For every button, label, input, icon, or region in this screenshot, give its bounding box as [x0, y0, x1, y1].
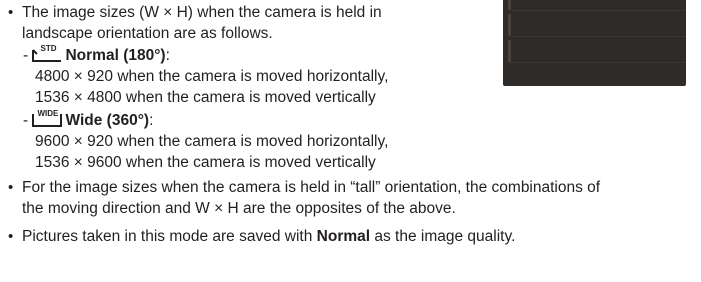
- mode-wide-line-1: 9600 × 920 when the camera is moved hori…: [35, 133, 389, 150]
- panorama-wide-icon: WIDE: [32, 109, 63, 127]
- mode-normal-line-2: 1536 × 4800 when the camera is moved ver…: [35, 89, 376, 106]
- panorama-normal-icon: STD: [32, 44, 62, 62]
- bullet-3-text: Pictures taken in this mode are saved wi…: [22, 226, 515, 247]
- mode-normal-name: Normal (180°): [65, 47, 166, 64]
- bullet-marker: •: [8, 4, 14, 21]
- bullet-2-line-2: the moving direction and W × H are the o…: [22, 200, 456, 217]
- icon-label: WIDE: [37, 109, 59, 118]
- image-edge-mark: [508, 40, 511, 62]
- mode-wide-line-2: 1536 × 9600 when the camera is moved ver…: [35, 154, 376, 171]
- image-band: [511, 10, 686, 11]
- dash-marker: -: [23, 47, 29, 64]
- image-band: [511, 36, 686, 37]
- mode-wide-name: Wide (360°): [65, 112, 150, 129]
- bullet-1-line-1: The image sizes (W × H) when the camera …: [22, 4, 382, 21]
- bullet-marker: •: [8, 228, 14, 245]
- image-edge-mark: [508, 0, 511, 10]
- mode-wide-heading: - WIDE Wide (360°):: [23, 109, 154, 131]
- mode-suffix: :: [165, 47, 170, 64]
- dash-marker: -: [23, 112, 29, 129]
- bullet-3-bold: Normal: [316, 228, 371, 245]
- mode-normal-line-1: 4800 × 920 when the camera is moved hori…: [35, 68, 389, 85]
- preview-image: [503, 0, 686, 86]
- image-band: [511, 62, 686, 63]
- image-edge-mark: [508, 14, 511, 36]
- bullet-marker: •: [8, 179, 14, 196]
- icon-label: STD: [40, 44, 57, 53]
- bullet-1-line-2: landscape orientation are as follows.: [22, 25, 273, 42]
- bullet-3-before: Pictures taken in this mode are saved wi…: [22, 228, 317, 245]
- bullet-2-line-1: For the image sizes when the camera is h…: [22, 179, 601, 196]
- mode-normal-heading: - STD Normal (180°):: [23, 44, 170, 66]
- bullet-3-after: as the image quality.: [370, 228, 516, 245]
- mode-suffix: :: [149, 112, 154, 129]
